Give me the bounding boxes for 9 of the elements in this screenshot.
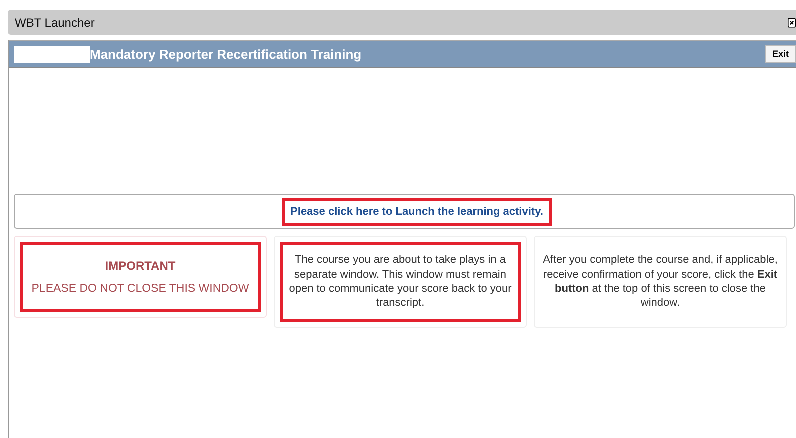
course-title: Mandatory Reporter Recertification Training	[90, 46, 363, 62]
window-title: WBT Launcher	[15, 16, 95, 30]
launch-link[interactable]: Please click here to Launch the learning activity.	[282, 198, 552, 226]
info-text: After you complete the course and, if applicable, receive confirmation of your score, click the Exit button at the top of this screen to close the window.	[542, 253, 779, 311]
warning-text: PLEASE DO NOT CLOSE THIS WINDOW	[32, 283, 250, 295]
info-text: The course you are about to take plays in a separate window. This window must remain open to communicate your score back to your transcript.	[288, 253, 513, 311]
exit-button[interactable]: Exit	[765, 45, 796, 63]
close-icon[interactable]	[788, 16, 796, 28]
warning-heading: IMPORTANT	[105, 259, 176, 273]
